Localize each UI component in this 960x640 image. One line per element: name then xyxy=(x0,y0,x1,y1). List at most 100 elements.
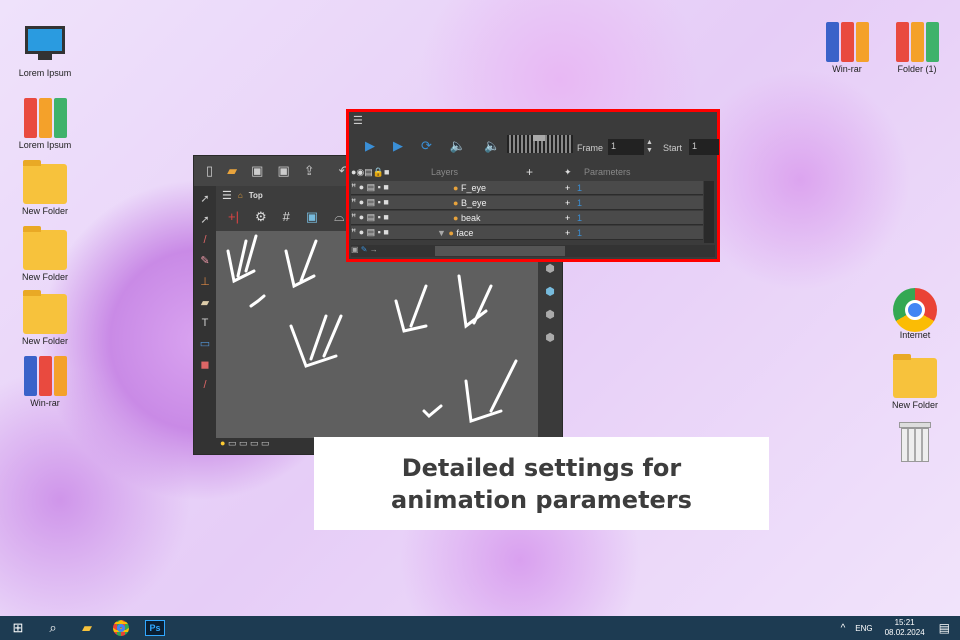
layer-toggles-icon[interactable]: ●◉▤🔒■ xyxy=(351,167,431,178)
vertical-scrollbar[interactable] xyxy=(704,181,714,243)
add-peg-icon[interactable]: +| xyxy=(228,209,239,225)
clock[interactable]: 15:21 08.02.2024 xyxy=(885,618,925,638)
layer-toggles[interactable]: ꟸ ● ▤ ▪ ■ xyxy=(351,182,447,193)
bird-sketches xyxy=(226,234,518,424)
loop-icon[interactable]: ⟳ xyxy=(421,138,432,154)
desktop-icon-label: New Folder xyxy=(21,206,68,216)
language-indicator[interactable]: ENG xyxy=(855,624,872,633)
layer-toggles[interactable]: ꟸ ● ▤ ▪ ■ xyxy=(351,212,447,223)
desktop-icon-label: Win-rar xyxy=(30,398,60,408)
sound-icon[interactable]: 🔈 xyxy=(450,138,466,154)
camera-view-icon[interactable]: ▣ xyxy=(306,209,318,225)
layer-name: face xyxy=(456,227,474,238)
export-icon[interactable]: ⇪ xyxy=(304,163,315,179)
desktop-icon-binders[interactable]: Lorem Ipsum xyxy=(10,98,80,150)
layer-icon[interactable]: ⬢ xyxy=(545,308,555,321)
desktop-icon-label: New Folder xyxy=(21,336,68,346)
eraser-tool-icon[interactable]: ▰ xyxy=(201,296,209,309)
layer-icon[interactable]: ⬢ xyxy=(545,262,555,275)
chrome-taskbar-icon[interactable] xyxy=(104,616,138,640)
binders-icon xyxy=(895,22,939,62)
drawing-layer-icon: ● xyxy=(453,182,459,193)
gear-icon[interactable]: ⚙ xyxy=(255,209,267,225)
photoshop-icon[interactable]: Ps xyxy=(138,616,172,640)
layer-toggles[interactable]: ꟸ ● ▤ ▪ ■ xyxy=(351,227,437,238)
folder-icon xyxy=(23,226,67,270)
desktop-icon-label: New Folder xyxy=(21,272,68,282)
frame-stepper[interactable]: ▲ ▼ xyxy=(646,139,653,155)
add-peg-icon[interactable]: ✦ xyxy=(564,167,584,178)
search-icon[interactable]: ⌕ xyxy=(36,616,70,640)
text-tool-icon[interactable]: T xyxy=(202,317,209,329)
layer-row[interactable]: ꟸ ● ▤ ▪ ■ ● F_eye +1 xyxy=(351,181,703,195)
layer-row[interactable]: ꟸ ● ▤ ▪ ■ ● beak +1 xyxy=(351,211,703,225)
save-as-icon[interactable]: ▣ xyxy=(277,163,289,179)
add-icon[interactable]: + xyxy=(565,213,577,223)
add-icon[interactable]: + xyxy=(565,183,577,193)
show-hidden-icons-icon[interactable]: ^ xyxy=(841,623,846,634)
desktop-icon-winrar[interactable]: Win-rar xyxy=(812,22,882,74)
horizontal-scrollbar[interactable] xyxy=(435,246,565,256)
winrar-icon xyxy=(825,22,869,62)
stamp-tool-icon[interactable]: ⊥ xyxy=(200,275,210,288)
drawing-canvas[interactable] xyxy=(216,231,538,438)
open-folder-icon[interactable]: ▰ xyxy=(227,163,237,179)
start-button[interactable]: ⊞ xyxy=(0,616,36,640)
file-explorer-icon[interactable]: ▰ xyxy=(70,616,104,640)
desktop-icon-winrar[interactable]: Win-rar xyxy=(10,356,80,408)
sound-scrub-icon[interactable]: 🔈 xyxy=(484,138,500,154)
layer-row[interactable]: ꟸ ● ▤ ▪ ■ ▼ ● face +1 xyxy=(351,226,703,240)
notifications-icon[interactable]: ▤ xyxy=(939,621,950,635)
desktop-icon-folder[interactable]: New Folder xyxy=(10,226,80,282)
layer-row[interactable]: ꟸ ● ▤ ▪ ■ ● B_eye +1 xyxy=(351,196,703,210)
desktop-icon-folder-1[interactable]: Folder (1) xyxy=(882,22,952,74)
layer-param: 1 xyxy=(577,182,583,193)
light-icon[interactable]: ● xyxy=(220,438,225,448)
panel-footer: ▣ ✎ → xyxy=(351,245,715,257)
drawing-layer-icon: ● xyxy=(453,212,459,223)
panel-menu-icon[interactable]: ☰ xyxy=(353,114,363,127)
dropper-tool-icon[interactable]: / xyxy=(203,379,206,391)
play-icon[interactable]: ▶ xyxy=(365,138,375,154)
layer-name: B_eye xyxy=(460,197,487,208)
desktop-icon-folder[interactable]: New Folder xyxy=(10,160,80,216)
desktop-icon-label: Lorem Ipsum xyxy=(18,68,72,78)
rectangle-tool-icon[interactable]: ▭ xyxy=(200,337,210,350)
breadcrumb-top[interactable]: Top xyxy=(249,191,263,200)
frame-label: Frame xyxy=(577,143,604,153)
desktop-icon-folder[interactable]: New Folder xyxy=(880,354,950,410)
add-icon[interactable]: + xyxy=(565,228,577,238)
folder-icon xyxy=(23,290,67,334)
select-tool-icon[interactable]: ➚ xyxy=(200,192,209,205)
add-layer-icon[interactable]: + xyxy=(526,165,564,179)
layer-toggles[interactable]: ꟸ ● ▤ ▪ ■ xyxy=(351,197,447,208)
frame-input[interactable]: 1 xyxy=(608,139,644,155)
add-icon[interactable]: + xyxy=(565,198,577,208)
collapse-triangle-icon[interactable]: ▼ xyxy=(437,228,446,238)
pencil-tool-icon[interactable]: ✎ xyxy=(200,254,209,267)
home-icon: ⌂ xyxy=(237,191,243,200)
contour-tool-icon[interactable]: ➚ xyxy=(200,213,209,226)
layer-icon[interactable]: ⬢ xyxy=(545,331,555,344)
desktop-icon-computer[interactable]: Lorem Ipsum xyxy=(10,26,80,78)
save-icon[interactable]: ▣ xyxy=(251,163,263,179)
menu-icon[interactable]: ☰ xyxy=(222,189,232,202)
play-selection-icon[interactable]: ▶ xyxy=(393,138,403,154)
caption-line-2: animation parameters xyxy=(391,485,692,514)
layer-icon[interactable]: ⬢ xyxy=(545,285,555,298)
grid-icon[interactable]: # xyxy=(283,209,290,225)
start-input[interactable]: 1 xyxy=(689,139,719,155)
timeline-layers-panel: ☰ ▶ ▶ ⟳ 🔈 🔈 Frame 1 ▲ ▼ Start 1 ●◉▤🔒■ Lay… xyxy=(346,109,720,262)
desktop-icon-folder[interactable]: New Folder xyxy=(10,290,80,346)
layers-header: ●◉▤🔒■ Layers + ✦ Parameters xyxy=(351,164,715,180)
playback-speed-slider[interactable] xyxy=(507,135,573,153)
desktop-icon-internet[interactable]: Internet xyxy=(880,288,950,340)
brush-tool-icon[interactable]: / xyxy=(203,234,206,246)
drawing-layer-icon: ● xyxy=(448,227,454,238)
paint-tool-icon[interactable]: ◼ xyxy=(200,358,209,371)
new-file-icon[interactable]: ▯ xyxy=(206,163,213,179)
desktop-icon-label: New Folder xyxy=(891,400,938,410)
onion-skin-icon[interactable]: ⌓ xyxy=(334,209,344,225)
layers-header-label: Layers xyxy=(431,167,459,177)
desktop-icon-trash[interactable] xyxy=(880,422,950,464)
